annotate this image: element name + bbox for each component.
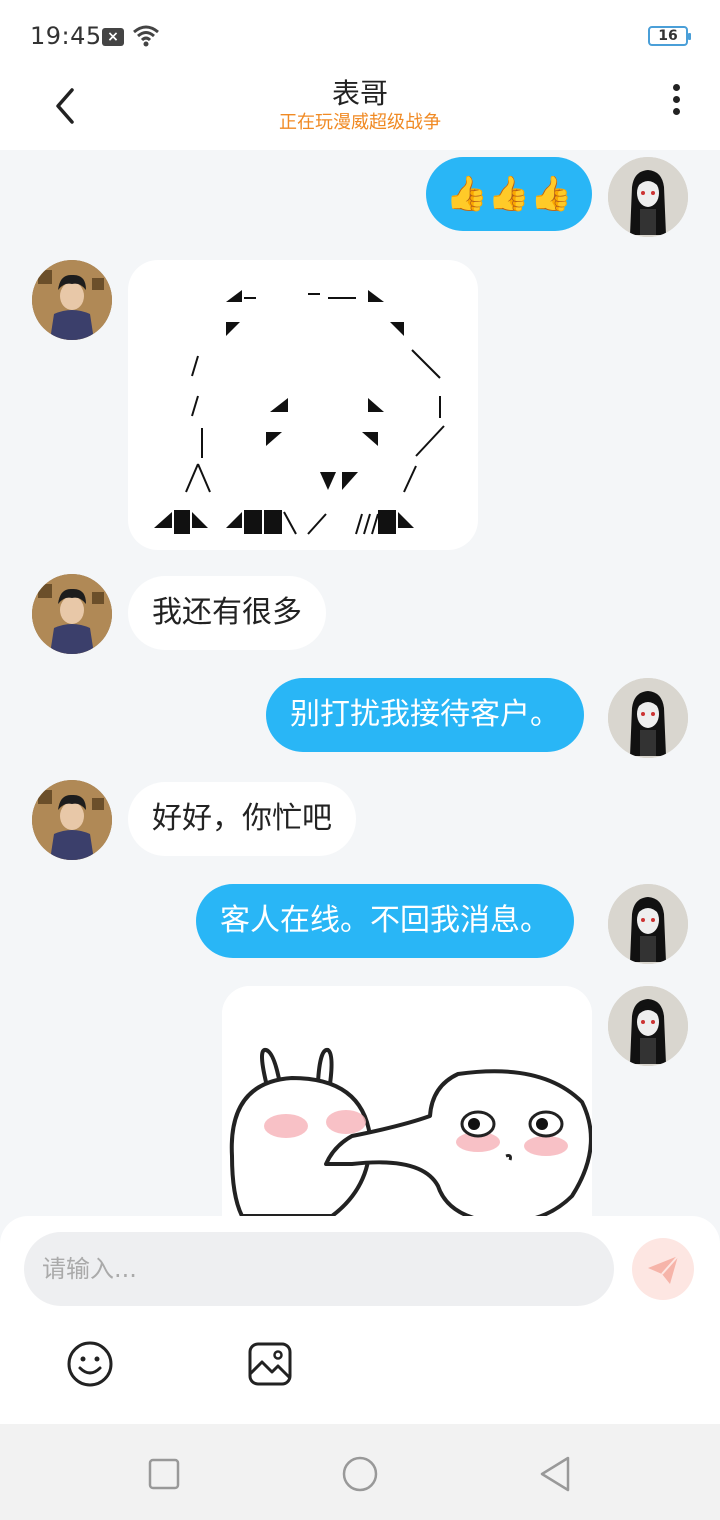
- message-bubble-received[interactable]: 我还有很多: [128, 576, 326, 650]
- status-bar: 19:45 × 16: [0, 0, 720, 72]
- thumbs-up-emoji-text: 👍👍👍: [445, 174, 573, 214]
- notification-icon: ×: [102, 28, 124, 46]
- message-text: 别打扰我接待客户。: [290, 697, 560, 732]
- sticker-message[interactable]: [222, 986, 592, 1216]
- my-avatar[interactable]: [608, 986, 688, 1066]
- avatar-girl-icon: [608, 157, 688, 237]
- message-bubble-sent[interactable]: 👍👍👍: [426, 157, 592, 231]
- chat-header: 表哥 正在玩漫威超级战争: [0, 72, 720, 150]
- contact-name: 表哥: [331, 77, 388, 110]
- message-bubble-received[interactable]: 好好，你忙吧: [128, 782, 356, 856]
- ascii-art-message[interactable]: [128, 260, 478, 550]
- more-dot-icon: [672, 108, 680, 115]
- message-input-container[interactable]: [24, 1232, 614, 1306]
- square-icon: [148, 1458, 180, 1490]
- contact-status: 正在玩漫威超级战争: [279, 112, 441, 133]
- message-text: 客人在线。不回我消息。: [220, 903, 550, 938]
- circle-icon: [342, 1456, 378, 1492]
- battery-level: 16: [658, 28, 678, 44]
- message-text: 我还有很多: [152, 595, 302, 630]
- status-time: 19:45: [30, 22, 102, 50]
- system-navigation-bar: [0, 1424, 720, 1520]
- image-picker-button[interactable]: [246, 1340, 294, 1388]
- more-options-button[interactable]: [660, 80, 692, 124]
- input-panel: [0, 1216, 720, 1424]
- recent-apps-button[interactable]: [144, 1454, 184, 1494]
- my-avatar[interactable]: [608, 157, 688, 237]
- image-icon: [248, 1342, 292, 1386]
- ascii-art-bear-image: [154, 290, 445, 535]
- message-text: 好好，你忙吧: [152, 801, 332, 836]
- my-avatar[interactable]: [608, 884, 688, 964]
- emoji-button[interactable]: [66, 1340, 114, 1388]
- message-bubble-sent[interactable]: 客人在线。不回我消息。: [196, 884, 574, 958]
- triangle-back-icon: [540, 1456, 570, 1492]
- contact-avatar[interactable]: [32, 574, 112, 654]
- avatar-girl-icon: [608, 678, 688, 758]
- home-button[interactable]: [340, 1454, 380, 1494]
- message-bubble-sent[interactable]: 别打扰我接待客户。: [266, 678, 584, 752]
- avatar-boy-icon: [32, 260, 112, 340]
- my-avatar[interactable]: [608, 678, 688, 758]
- system-back-button[interactable]: [536, 1454, 576, 1494]
- avatar-girl-icon: [608, 986, 688, 1066]
- wifi-icon: [133, 25, 159, 47]
- contact-avatar[interactable]: [32, 780, 112, 860]
- battery-icon: 16: [648, 26, 691, 46]
- more-dot-icon: [672, 84, 680, 91]
- contact-avatar[interactable]: [32, 260, 112, 340]
- send-button[interactable]: [632, 1238, 694, 1300]
- smiley-face-icon: [67, 1341, 113, 1387]
- message-input[interactable]: [24, 1232, 614, 1306]
- avatar-boy-icon: [32, 780, 112, 860]
- chat-message-list[interactable]: 👍👍👍 我还有很多 别打扰我接待客户。 好好，你忙吧 客人在线。不回我消息。: [0, 150, 720, 1216]
- avatar-girl-icon: [608, 884, 688, 964]
- bunny-sticker-image: [222, 986, 592, 1216]
- avatar-boy-icon: [32, 574, 112, 654]
- more-dot-icon: [672, 96, 680, 103]
- send-plane-icon: [648, 1255, 679, 1284]
